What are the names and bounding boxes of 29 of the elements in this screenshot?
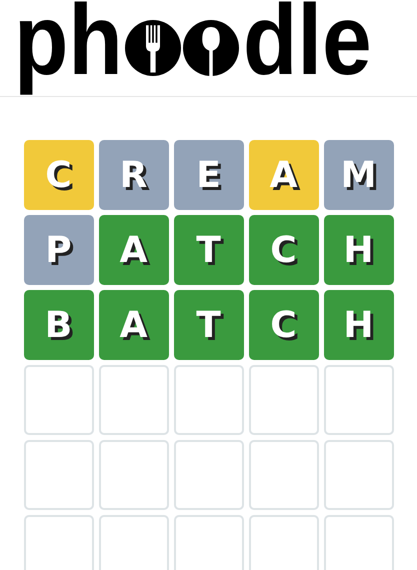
- letter-tile: E: [174, 140, 244, 210]
- letter-tile: A: [248, 140, 318, 210]
- letter-tile: C: [24, 140, 94, 210]
- letter-tile: H: [324, 215, 394, 285]
- letter-tile: C: [248, 215, 318, 285]
- letter-tile: [24, 365, 94, 435]
- letter-tile: [324, 365, 394, 435]
- logo-text: dle: [243, 0, 372, 96]
- fork-icon: [125, 20, 182, 76]
- letter-tile: T: [174, 215, 244, 285]
- letter-tile: [24, 440, 94, 510]
- letter-tile: M: [324, 140, 394, 210]
- letter-tile: T: [174, 290, 244, 360]
- letter-tile: [98, 440, 168, 510]
- letter-tile: B: [24, 290, 94, 360]
- letter-tile: [324, 440, 394, 510]
- letter-tile: [248, 440, 318, 510]
- letter-tile: [248, 365, 318, 435]
- spoon-icon: [183, 20, 240, 76]
- letter-tile: [98, 365, 168, 435]
- letter-tile: [174, 440, 244, 510]
- letter-tile: A: [98, 215, 168, 285]
- letter-tile: R: [98, 140, 168, 210]
- logo-text: ph: [14, 0, 123, 96]
- letter-tile: [174, 365, 244, 435]
- letter-tile: H: [324, 290, 394, 360]
- letter-tile: C: [248, 290, 318, 360]
- letter-tile: P: [24, 215, 94, 285]
- letter-tile: A: [98, 290, 168, 360]
